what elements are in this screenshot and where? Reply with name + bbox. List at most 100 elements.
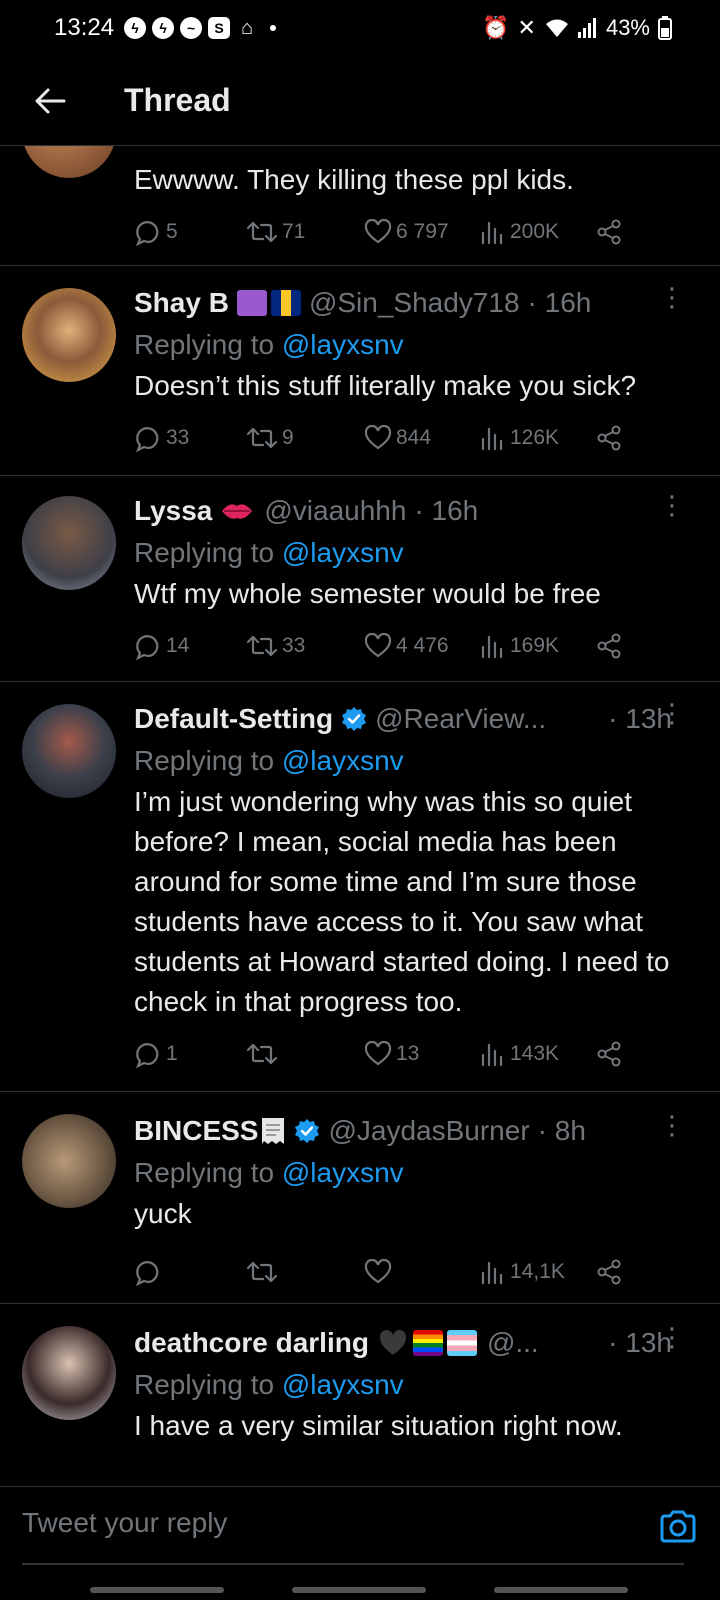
avatar[interactable] [22, 704, 116, 798]
nav-home-button[interactable] [292, 1587, 426, 1593]
avatar[interactable] [22, 496, 116, 590]
retweet-button[interactable] [246, 1259, 364, 1285]
heart-icon [364, 425, 392, 450]
reply-input[interactable]: Tweet your reply [22, 1507, 227, 1539]
mute-icon: ✕ [517, 15, 536, 40]
retweet-button[interactable]: 33 [246, 633, 364, 659]
retweet-button[interactable]: 71 [246, 219, 364, 245]
author-handle[interactable]: @Sin_Shady718 [309, 287, 520, 319]
author-handle[interactable]: @viaauhhh [264, 495, 406, 527]
tweet-header: Lyssa @viaauhhh · 16h [134, 490, 700, 532]
avatar[interactable] [22, 288, 116, 382]
views-button[interactable]: 126K [480, 425, 596, 451]
tweet[interactable]: Shay B @Sin_Shady718 · 16h ⋮ Replying to… [0, 266, 720, 476]
views-count: 143K [510, 1042, 560, 1065]
like-count: 844 [396, 426, 432, 449]
retweet-count: 33 [282, 634, 306, 657]
like-button[interactable] [364, 1259, 480, 1285]
replying-to-handle[interactable]: @layxsnv [282, 1369, 404, 1400]
replying-to-label: Replying to [134, 745, 282, 776]
author-handle[interactable]: @... [487, 1327, 539, 1359]
like-button[interactable]: 4 476 [364, 633, 480, 659]
reply-button[interactable]: 14 [134, 632, 246, 660]
reply-icon [136, 221, 159, 246]
avatar[interactable] [22, 1326, 116, 1420]
like-button[interactable]: 13 [364, 1041, 480, 1067]
more-options-icon[interactable]: ⋮ [659, 282, 685, 313]
author-name[interactable]: deathcore darling [134, 1327, 369, 1359]
retweet-icon [246, 1043, 278, 1065]
status-time: 13:24 [54, 14, 115, 41]
share-button[interactable] [596, 1041, 622, 1067]
more-notifications-dot [270, 25, 277, 31]
battery-icon [658, 16, 672, 40]
author-name[interactable]: BINCESS [134, 1115, 258, 1147]
camera-icon[interactable] [658, 1507, 698, 1547]
retweet-button[interactable]: 9 [246, 425, 364, 451]
like-button[interactable]: 844 [364, 425, 480, 451]
replying-to-handle[interactable]: @layxsnv [282, 745, 404, 776]
views-button[interactable]: 200K [480, 219, 596, 245]
page-title: Thread [124, 82, 231, 118]
tweet[interactable]: Default-Setting @RearView... · 13h ⋮ Rep… [0, 682, 720, 1092]
author-name[interactable]: Lyssa [134, 495, 212, 527]
tweet-text: yuck [134, 1198, 192, 1229]
battery-percent: 43% [605, 15, 650, 40]
tweet-actions: 1 13 143K [134, 1022, 700, 1086]
tweet[interactable]: Lyssa @viaauhhh · 16h ⋮ Replying to @lay… [0, 476, 720, 682]
aquarius-emoji [236, 290, 267, 316]
heart-icon [364, 633, 392, 658]
retweet-icon [246, 1261, 278, 1283]
avatar[interactable] [22, 146, 116, 178]
avatar[interactable] [22, 1114, 116, 1208]
tweet-header: Default-Setting @RearView... · 13h [134, 698, 700, 740]
tweet[interactable]: BINCESS @JaydasBurner · 8h ⋮ Replying to… [0, 1092, 720, 1304]
views-icon [481, 635, 503, 659]
s-app-icon: S [208, 17, 231, 39]
views-icon [481, 221, 503, 245]
replying-to-label: Replying to [134, 1157, 282, 1188]
author-name[interactable]: Shay B [134, 287, 229, 319]
reply-button[interactable]: 33 [134, 424, 246, 452]
share-button[interactable] [596, 633, 622, 659]
share-button[interactable] [596, 425, 622, 451]
reply-icon [136, 635, 159, 660]
black-heart-emoji-icon [379, 1329, 406, 1355]
share-button[interactable] [596, 219, 622, 245]
retweet-button[interactable] [246, 1041, 364, 1067]
notification-app-icon: ϟ [124, 17, 147, 39]
back-button[interactable] [20, 71, 80, 131]
more-options-icon[interactable]: ⋮ [659, 698, 685, 729]
tweet-text: I have a very similar situation right no… [134, 1410, 623, 1441]
replying-to-handle[interactable]: @layxsnv [282, 1157, 404, 1188]
tweet[interactable]: Ewwww. They killing these ppl kids. 5 71… [0, 146, 720, 266]
nav-recents-button[interactable] [90, 1587, 224, 1593]
like-button[interactable]: 6 797 [364, 219, 480, 245]
more-options-icon[interactable]: ⋮ [659, 1110, 685, 1141]
share-button[interactable] [596, 1259, 622, 1285]
replying-to-handle[interactable]: @layxsnv [282, 537, 404, 568]
replying-to-handle[interactable]: @layxsnv [282, 329, 404, 360]
views-count: 169K [510, 634, 560, 657]
reply-button[interactable]: 5 [134, 218, 246, 246]
tweet[interactable]: deathcore darling @... · 13h ⋮ Replying … [0, 1304, 720, 1486]
views-button[interactable]: 143K [480, 1041, 596, 1067]
replying-to-label: Replying to [134, 1369, 282, 1400]
reply-button[interactable]: 1 [134, 1040, 246, 1068]
more-options-icon[interactable]: ⋮ [659, 490, 685, 521]
reply-button[interactable] [134, 1258, 246, 1286]
views-count: 14,1K [510, 1260, 565, 1283]
notification-icons: ϟ ϟ ~ S ⌂ [124, 17, 277, 39]
nav-back-button[interactable] [494, 1587, 628, 1593]
tweet-header: deathcore darling @... · 13h [134, 1322, 700, 1364]
tweet-header: Shay B @Sin_Shady718 · 16h [134, 282, 700, 324]
more-options-icon[interactable]: ⋮ [659, 1322, 685, 1353]
reply-count: 14 [166, 634, 190, 657]
author-handle[interactable]: @RearView... [375, 703, 546, 735]
views-button[interactable]: 169K [480, 633, 596, 659]
thread-feed[interactable]: Ewwww. They killing these ppl kids. 5 71… [0, 146, 720, 1486]
views-button[interactable]: 14,1K [480, 1259, 596, 1285]
author-handle[interactable]: @JaydasBurner [328, 1115, 529, 1147]
share-icon [597, 1259, 621, 1285]
author-name[interactable]: Default-Setting [134, 703, 333, 735]
